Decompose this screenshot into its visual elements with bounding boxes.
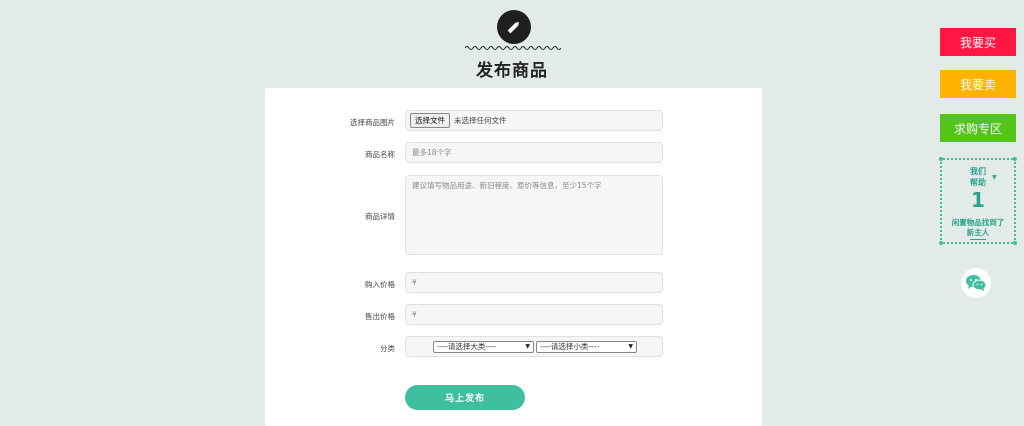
chevron-down-icon: ▼ (628, 343, 633, 350)
page-title: 发布商品 (476, 61, 548, 81)
chevron-down-icon: ▼ (525, 343, 530, 350)
image-label: 选择商品图片 (350, 118, 395, 127)
buy-button[interactable]: 我要买 (940, 28, 1016, 56)
wave-divider (465, 46, 561, 50)
wechat-icon (966, 275, 987, 292)
sell-button[interactable]: 我要卖 (940, 70, 1016, 98)
choose-file-button[interactable]: 选择文件 (410, 113, 450, 128)
caret-down-icon: ▼ (992, 174, 997, 181)
detail-textarea[interactable]: 建议填写物品用途、新旧程度、原价等信息，至少15个字 (405, 175, 663, 255)
buy-price-input[interactable]: ¥ (405, 272, 663, 293)
name-label: 商品名称 (365, 150, 395, 159)
name-input[interactable]: 最多18个字 (405, 142, 663, 163)
help-caption: 闲置物品找到了 新主人 (951, 218, 1005, 237)
detail-label: 商品详情 (365, 212, 395, 221)
file-status: 未选择任何文件 (454, 116, 507, 125)
category-minor-select[interactable]: ----请选择小类---- ▼ (536, 340, 637, 353)
sell-price-label: 售出价格 (365, 312, 395, 321)
divider (970, 239, 986, 240)
category-minor-value: ----请选择小类---- (540, 342, 600, 351)
wanted-button[interactable]: 求购专区 (940, 114, 1016, 142)
wechat-button[interactable] (961, 268, 991, 298)
category-field: ----请选择大类---- ▼ ----请选择小类---- ▼ (405, 336, 663, 357)
pencil-logo (497, 10, 531, 44)
publish-button[interactable]: 马上发布 (405, 385, 525, 410)
image-file-input[interactable]: 选择文件 未选择任何文件 (405, 110, 663, 131)
buy-price-label: 购入价格 (365, 280, 395, 289)
help-heading: 我们 帮助 (970, 166, 986, 187)
category-label: 分类 (380, 344, 395, 353)
sell-price-input[interactable]: ¥ (405, 304, 663, 325)
help-count: 1 (971, 188, 985, 212)
help-stats-box: 我们 帮助 ▼ 1 闲置物品找到了 新主人 (939, 157, 1017, 245)
category-major-select[interactable]: ----请选择大类---- ▼ (433, 340, 534, 353)
publish-form: 选择商品图片 选择文件 未选择任何文件 商品名称 最多18个字 商品详情 建议填… (265, 88, 762, 426)
category-major-value: ----请选择大类---- (437, 342, 497, 351)
pencil-icon (507, 22, 519, 34)
